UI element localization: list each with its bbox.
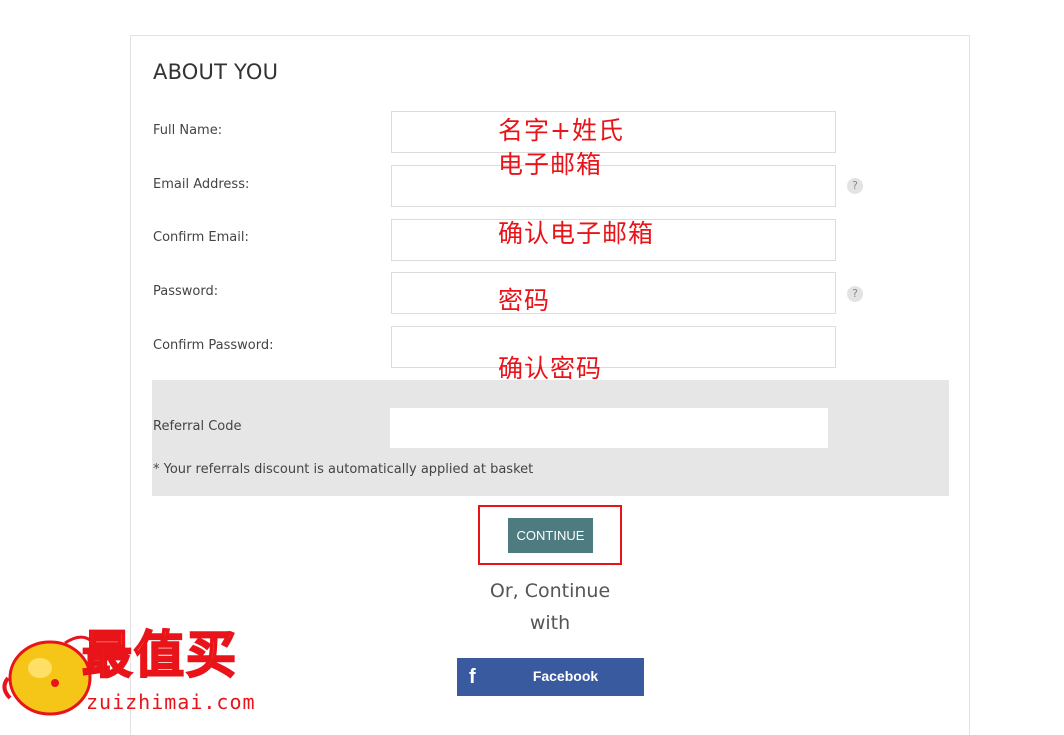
annotation-email: 电子邮箱: [498, 150, 603, 179]
referral-code-input[interactable]: [390, 408, 828, 448]
password-label: Password:: [153, 284, 219, 299]
full-name-label: Full Name:: [153, 123, 223, 138]
watermark-domain: zuizhimai.com: [86, 690, 256, 714]
facebook-label: Facebook: [532, 668, 599, 684]
section-title: ABOUT YOU: [153, 60, 279, 84]
or-with-text: with: [529, 612, 571, 634]
confirm-password-input[interactable]: [391, 326, 836, 368]
password-help-icon[interactable]: ?: [847, 286, 863, 302]
confirm-email-label: Confirm Email:: [153, 230, 249, 245]
continue-button[interactable]: CONTINUE: [508, 518, 593, 553]
or-continue-text: Or, Continue: [489, 580, 611, 602]
annotation-full-name: 名字+姓氏: [498, 116, 624, 145]
email-label: Email Address:: [153, 177, 250, 192]
facebook-login-button[interactable]: f Facebook: [457, 658, 644, 696]
watermark-logo-text: 最值买: [81, 626, 238, 684]
referral-note: * Your referrals discount is automatical…: [153, 462, 534, 477]
annotation-confirm-password: 确认密码: [498, 354, 603, 383]
annotation-confirm-email: 确认电子邮箱: [498, 219, 655, 248]
confirm-password-label: Confirm Password:: [153, 338, 274, 353]
password-input[interactable]: [391, 272, 836, 314]
referral-code-label: Referral Code: [153, 419, 242, 434]
email-help-icon[interactable]: ?: [847, 178, 863, 194]
email-input[interactable]: [391, 165, 836, 207]
annotation-password: 密码: [498, 286, 551, 315]
